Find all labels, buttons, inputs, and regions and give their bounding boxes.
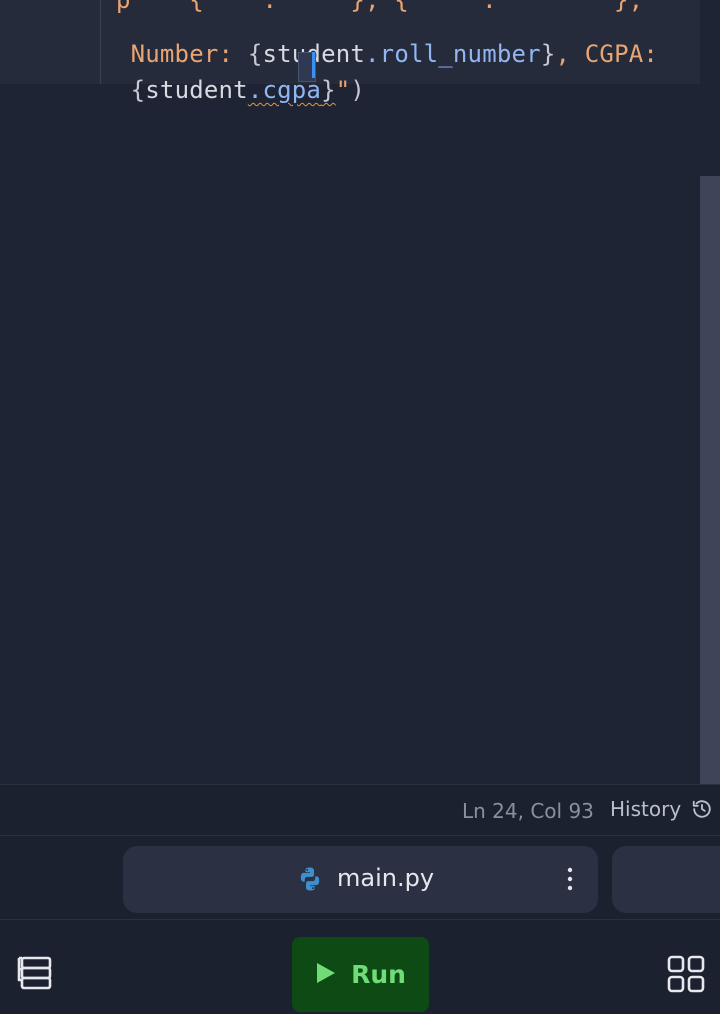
files-icon[interactable] — [16, 954, 54, 996]
file-tab-bar: main.py — [0, 836, 720, 920]
string-literal: , CGPA: — [555, 40, 659, 68]
tab-main-py[interactable]: main.py — [123, 846, 598, 913]
bottom-toolbar: Run — [0, 920, 720, 1014]
property-access: .roll_number — [365, 40, 541, 68]
brace-close: } — [540, 40, 556, 68]
code-line-2[interactable]: {student.cgpa}") — [72, 48, 365, 132]
paren-close: ) — [350, 76, 366, 104]
grid-icon[interactable] — [666, 954, 706, 998]
property-access-warning: .cgpa — [247, 76, 322, 104]
run-button[interactable]: Run — [292, 937, 429, 1012]
string-quote: " — [335, 76, 351, 104]
tab-label: main.py — [337, 864, 435, 892]
history-icon — [691, 798, 713, 820]
run-label: Run — [351, 960, 406, 989]
tab-next-partial[interactable] — [612, 846, 720, 913]
history-button[interactable]: History — [610, 797, 713, 821]
cursor-position: Ln 24, Col 93 — [462, 799, 594, 823]
identifier: student — [145, 76, 248, 104]
python-icon — [297, 866, 323, 896]
code-editor[interactable]: p { . }, { . }, Number: {student.roll_nu… — [0, 0, 720, 784]
more-vertical-icon[interactable] — [563, 866, 577, 896]
text-cursor — [312, 52, 315, 78]
editor-scrollbar[interactable] — [700, 176, 720, 784]
brace-close: } — [321, 76, 336, 104]
history-label: History — [610, 797, 682, 821]
play-icon — [315, 961, 337, 989]
status-bar: Ln 24, Col 93 History — [0, 784, 720, 836]
brace-open: { — [130, 76, 146, 104]
